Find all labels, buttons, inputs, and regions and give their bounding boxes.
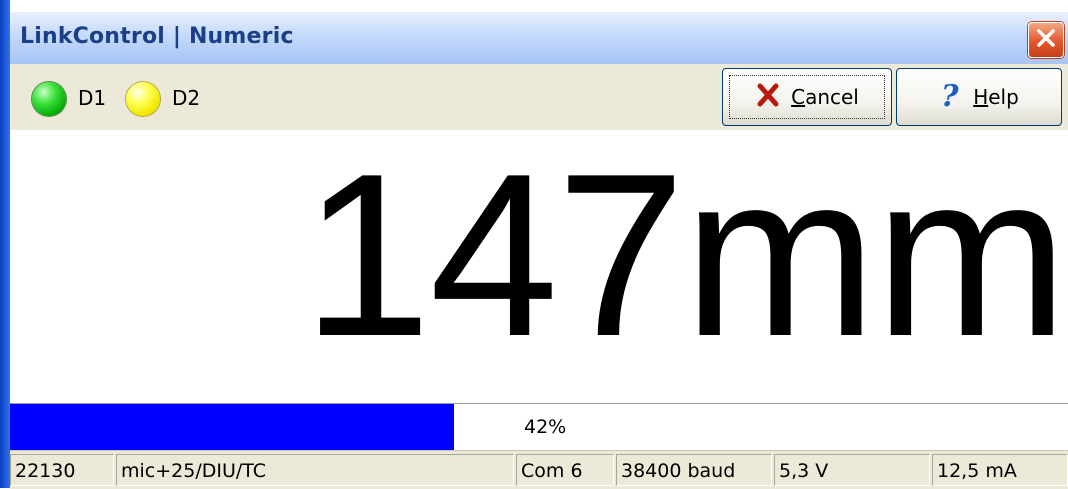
help-button[interactable]: ? Help bbox=[896, 68, 1062, 126]
status-cell-id: 22130 bbox=[10, 454, 114, 486]
help-label: Help bbox=[973, 85, 1019, 109]
close-icon bbox=[1035, 27, 1057, 53]
progress-percent: 42% bbox=[524, 416, 567, 438]
help-mnemonic: H bbox=[973, 85, 989, 109]
status-cell-port: Com 6 bbox=[516, 454, 614, 486]
svg-text:?: ? bbox=[941, 80, 959, 110]
cancel-x-icon bbox=[755, 82, 781, 113]
numeric-display: 147mm bbox=[10, 130, 1068, 403]
window-title: LinkControl | Numeric bbox=[20, 24, 294, 49]
cancel-label-rest: ancel bbox=[805, 85, 859, 109]
cancel-label: Cancel bbox=[791, 85, 859, 109]
status-bar: 22130 mic+25/DIU/TC Com 6 38400 baud 5,3… bbox=[10, 450, 1068, 489]
measurement-reading: 147mm bbox=[302, 130, 1068, 385]
app-window: LinkControl | Numeric D1 D2 Cancel ? Hel… bbox=[0, 0, 1068, 489]
title-bar[interactable]: LinkControl | Numeric bbox=[10, 12, 1068, 65]
led-d1-icon bbox=[32, 82, 66, 116]
status-cell-current: 12,5 mA bbox=[932, 454, 1068, 486]
cancel-mnemonic: C bbox=[791, 85, 806, 109]
status-cell-device: mic+25/DIU/TC bbox=[116, 454, 514, 486]
cancel-button[interactable]: Cancel bbox=[722, 68, 892, 126]
progress-fill bbox=[10, 404, 455, 450]
help-label-rest: elp bbox=[988, 85, 1019, 109]
window-frame-left bbox=[0, 0, 10, 488]
close-button[interactable] bbox=[1028, 22, 1064, 58]
led-d1-label: D1 bbox=[78, 86, 107, 110]
help-question-icon: ? bbox=[939, 79, 963, 115]
toolbar: D1 D2 Cancel ? Help bbox=[10, 64, 1068, 131]
progress-bar: 42% bbox=[10, 403, 1068, 450]
led-d2-icon bbox=[126, 82, 160, 116]
status-cell-baud: 38400 baud bbox=[616, 454, 772, 486]
led-d2-label: D2 bbox=[172, 86, 201, 110]
status-cell-voltage: 5,3 V bbox=[774, 454, 930, 486]
